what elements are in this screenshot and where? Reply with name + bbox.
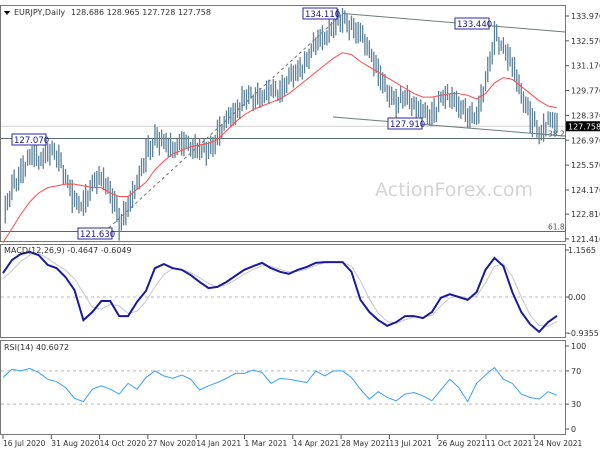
- chart-canvas: ActionForex.com 38.261.8134.110133.44012…: [0, 0, 600, 450]
- price-label: 134.110: [305, 10, 340, 20]
- y-tick-label: 126.970: [571, 136, 600, 145]
- watermark: ActionForex.com: [375, 179, 533, 201]
- x-tick-label: 14 Apr 2021: [293, 439, 340, 448]
- y-tick-label: 129.770: [571, 87, 600, 96]
- x-tick-label: 14 Jan 2021: [196, 439, 241, 448]
- y-tick-label: 128.370: [571, 111, 600, 120]
- macd-title: MACD(12,26,9) -0.4647 -0.6049: [4, 246, 132, 255]
- y-tick-label: 121.410: [571, 235, 600, 244]
- rsi-panel: [0, 340, 566, 435]
- rsi-title: RSI(14) 40.6072: [4, 343, 69, 352]
- x-tick-label: 14 Oct 2020: [100, 439, 147, 448]
- rsi-tick-label: 0: [571, 425, 576, 434]
- chart-title: EURJPY,Daily: [14, 8, 65, 17]
- macd-tick-label: 0.00: [568, 293, 586, 302]
- x-tick-label: 31 Aug 2020: [51, 439, 99, 448]
- rsi-tick-label: 100: [571, 342, 586, 351]
- price-label: 127.910: [390, 120, 425, 130]
- x-tick-label: 28 May 2021: [341, 439, 390, 448]
- macd-panel: [0, 244, 566, 338]
- x-tick-label: 24 Nov 2021: [534, 439, 582, 448]
- macd-tick-label: 1.1565: [568, 246, 596, 255]
- x-tick-label: 11 Oct 2021: [486, 439, 533, 448]
- price-label: 133.440: [457, 20, 492, 30]
- x-tick-label: 16 Jul 2020: [3, 439, 46, 448]
- macd-tick-label: -0.9355: [568, 329, 599, 338]
- x-tick-label: 1 Mar 2021: [245, 439, 288, 448]
- y-tick-label: 125.570: [571, 161, 600, 170]
- y-tick-label: 133.970: [571, 12, 600, 21]
- x-tick-label: 13 Jul 2021: [389, 439, 432, 448]
- rsi-tick-label: 70: [571, 367, 581, 376]
- y-tick-label: 131.170: [571, 62, 600, 71]
- fib-level-label: 61.8: [548, 222, 565, 231]
- ohlc-readout: 128.686 128.965 127.728 127.758: [71, 8, 211, 17]
- y-tick-label: 124.170: [571, 186, 600, 195]
- price-label: 127.070: [14, 136, 49, 146]
- y-tick-label: 132.570: [571, 37, 600, 46]
- x-tick-label: 27 Nov 2020: [148, 439, 196, 448]
- y-tick-label: 122.810: [571, 210, 600, 219]
- x-tick-label: 26 Aug 2021: [438, 439, 486, 448]
- rsi-tick-label: 30: [571, 400, 581, 409]
- price-label: 121.630: [80, 230, 115, 240]
- current-price-label: 127.758: [568, 122, 600, 131]
